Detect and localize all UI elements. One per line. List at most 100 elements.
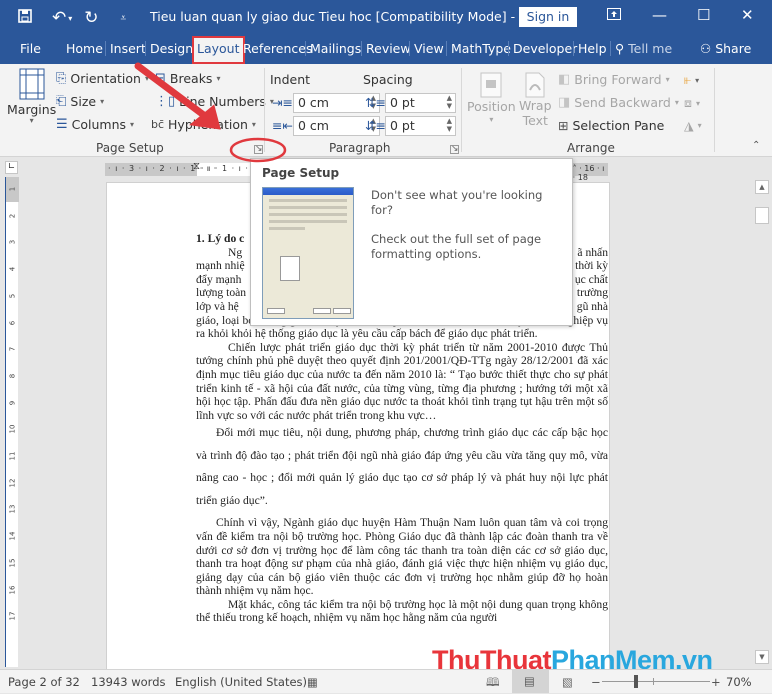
rotate-button[interactable]: ◮ ▾ — [684, 118, 702, 133]
paragraph-3: Đổi mới mục tiêu, nội dung, phương pháp,… — [196, 426, 608, 507]
wrap-text-label-2: Text — [522, 113, 548, 128]
tab-layout[interactable]: Layout — [192, 36, 245, 64]
redo-icon[interactable]: ↻ — [84, 8, 98, 28]
vertical-ruler-label: 3 — [8, 240, 17, 245]
collapse-ribbon-icon[interactable]: ⌃ — [752, 140, 760, 151]
customize-qat-icon[interactable]: ⩡ — [121, 13, 127, 24]
size-button[interactable]: ⎗ Size ▾ — [56, 94, 104, 109]
chevron-down-icon: ▾ — [29, 116, 34, 125]
close-button[interactable]: ✕ — [741, 6, 754, 24]
vertical-ruler-label: 15 — [8, 558, 17, 568]
vertical-ruler-label: 16 — [8, 585, 17, 594]
margins-button[interactable]: Margins ▾ — [7, 68, 56, 125]
ribbon-display-options-icon[interactable] — [607, 6, 621, 24]
orientation-label: Orientation — [70, 71, 141, 86]
share-label: Share — [715, 41, 752, 56]
tab-insert[interactable]: Insert — [105, 41, 146, 56]
paragraph-dialog-launcher[interactable]: ↘ — [450, 145, 459, 154]
print-layout-button[interactable]: ▤ — [512, 670, 549, 693]
undo-dropdown-icon[interactable]: ▾ — [68, 14, 72, 23]
spinner-arrows-icon[interactable]: ▲ ▼ — [447, 94, 452, 110]
tooltip-title: Page Setup — [262, 166, 340, 180]
status-bar: Page 2 of 32 13943 words English (United… — [0, 669, 772, 693]
share-button[interactable]: ⚇ Share — [700, 41, 751, 56]
orientation-button[interactable]: ⎘ Orientation ▾ — [56, 71, 149, 86]
tab-file[interactable]: File — [20, 41, 41, 56]
zoom-out-button[interactable]: − — [591, 675, 601, 689]
paragraph-4: Chính vì vậy, Ngành giáo dục huyện Hàm T… — [196, 516, 608, 598]
language-status[interactable]: English (United States) — [175, 675, 307, 689]
align-button[interactable]: ⫦ ▾ — [684, 72, 699, 88]
line-numbers-button[interactable]: ⋮▯ Line Numbers ▾ — [155, 94, 274, 109]
breaks-button[interactable]: ⊟ Breaks ▾ — [155, 71, 220, 86]
group-label-arrange: Arrange — [567, 141, 615, 155]
chevron-down-icon: ▾ — [216, 74, 221, 83]
tell-me-search[interactable]: ⚲ Tell me — [610, 41, 672, 56]
print-layout-icon: ▤ — [524, 674, 535, 688]
tab-view[interactable]: View — [409, 41, 444, 56]
word-count[interactable]: 13943 words — [91, 675, 166, 689]
bring-forward-button[interactable]: ◧ Bring Forward ▾ — [558, 72, 670, 87]
columns-button[interactable]: ☰ Columns ▾ — [56, 117, 134, 132]
wrap-text-button[interactable]: Wrap Text — [519, 72, 552, 128]
minimize-button[interactable]: — — [652, 6, 667, 24]
spacing-after-input[interactable]: 0 pt ▲ ▼ — [385, 116, 456, 136]
scroll-down-button[interactable]: ▼ — [755, 650, 769, 664]
read-mode-icon[interactable]: 🕮 — [486, 675, 500, 694]
breaks-icon: ⊟ — [155, 71, 166, 86]
spacing-label: Spacing — [363, 72, 413, 87]
scrollbar-thumb[interactable] — [755, 207, 769, 224]
tab-home[interactable]: Home — [66, 41, 103, 56]
vertical-ruler-label: 6 — [8, 320, 17, 325]
tab-design[interactable]: Design — [145, 41, 193, 56]
wrap-text-label: Wrap — [519, 98, 552, 113]
scroll-up-button[interactable]: ▲ — [755, 180, 769, 194]
tab-mailings[interactable]: Mailings — [305, 41, 361, 56]
tab-references[interactable]: References — [243, 41, 312, 56]
hyphenation-button[interactable]: bc̄ Hyphenation ▾ — [151, 117, 256, 132]
paragraph-2: Chiến lược phát triển giáo dục thời kỳ p… — [196, 340, 608, 422]
tooltip-description: Don't see what you're looking for? Check… — [371, 188, 566, 262]
vertical-ruler-label: 10 — [8, 424, 17, 434]
send-backward-button[interactable]: ◨ Send Backward ▾ — [558, 95, 679, 110]
zoom-level[interactable]: 70% — [726, 675, 752, 689]
vertical-ruler[interactable]: 1 2 3 4 5 6 7 8 9 10 11 12 13 14 15 16 17 — [5, 177, 19, 667]
vertical-scrollbar[interactable]: ▲ ▼ — [755, 177, 769, 667]
tab-help[interactable]: Help — [573, 41, 607, 56]
spacing-after-value: 0 pt — [390, 118, 415, 133]
group-objects-button[interactable]: ⧈ ▾ — [684, 95, 700, 111]
selection-pane-button[interactable]: ⊞ Selection Pane — [558, 118, 664, 133]
vertical-ruler-label: 2 — [8, 213, 17, 218]
page-setup-dialog-launcher[interactable]: ↘ — [254, 145, 263, 154]
page-count[interactable]: Page 2 of 32 — [8, 675, 80, 689]
ribbon-tabs: File Home Insert Design Layout Reference… — [0, 35, 772, 64]
rotate-icon: ◮ — [684, 118, 694, 133]
vertical-ruler-label: 14 — [8, 531, 17, 541]
position-icon — [480, 72, 502, 98]
zoom-slider-thumb[interactable] — [634, 675, 638, 688]
spinner-arrows-icon[interactable]: ▲ ▼ — [447, 117, 452, 133]
vertical-ruler-label: 8 — [8, 373, 17, 379]
zoom-slider-track[interactable] — [602, 681, 710, 682]
maximize-button[interactable]: ☐ — [697, 6, 710, 24]
paragraph-5: Mặt khác, công tác kiểm tra nội bộ trườn… — [196, 597, 608, 625]
spacing-before-input[interactable]: 0 pt ▲ ▼ — [385, 93, 456, 113]
tab-mathtype[interactable]: MathType — [446, 41, 511, 56]
vertical-ruler-label: 17 — [8, 611, 17, 621]
tab-selector[interactable]: ∟ — [5, 161, 18, 174]
zoom-in-button[interactable]: + — [711, 675, 721, 689]
tab-review[interactable]: Review — [361, 41, 411, 56]
indent-left-value: 0 cm — [298, 95, 329, 110]
macro-recording-icon[interactable]: ▦ — [307, 675, 318, 689]
tab-developer[interactable]: Developer — [508, 41, 577, 56]
position-button[interactable]: Position ▾ — [467, 72, 516, 124]
chevron-down-icon: ▾ — [144, 74, 149, 83]
undo-icon[interactable]: ↶ — [52, 8, 66, 28]
sign-in-button[interactable]: Sign in — [519, 7, 577, 27]
first-line-indent-marker[interactable]: ⧖ — [193, 161, 200, 172]
hyphenation-label: Hyphenation — [168, 117, 248, 132]
chevron-down-icon: ▾ — [695, 98, 700, 108]
save-icon[interactable] — [18, 9, 32, 27]
vertical-ruler-label: 9 — [8, 400, 17, 405]
web-layout-icon[interactable]: ▧ — [562, 675, 573, 689]
